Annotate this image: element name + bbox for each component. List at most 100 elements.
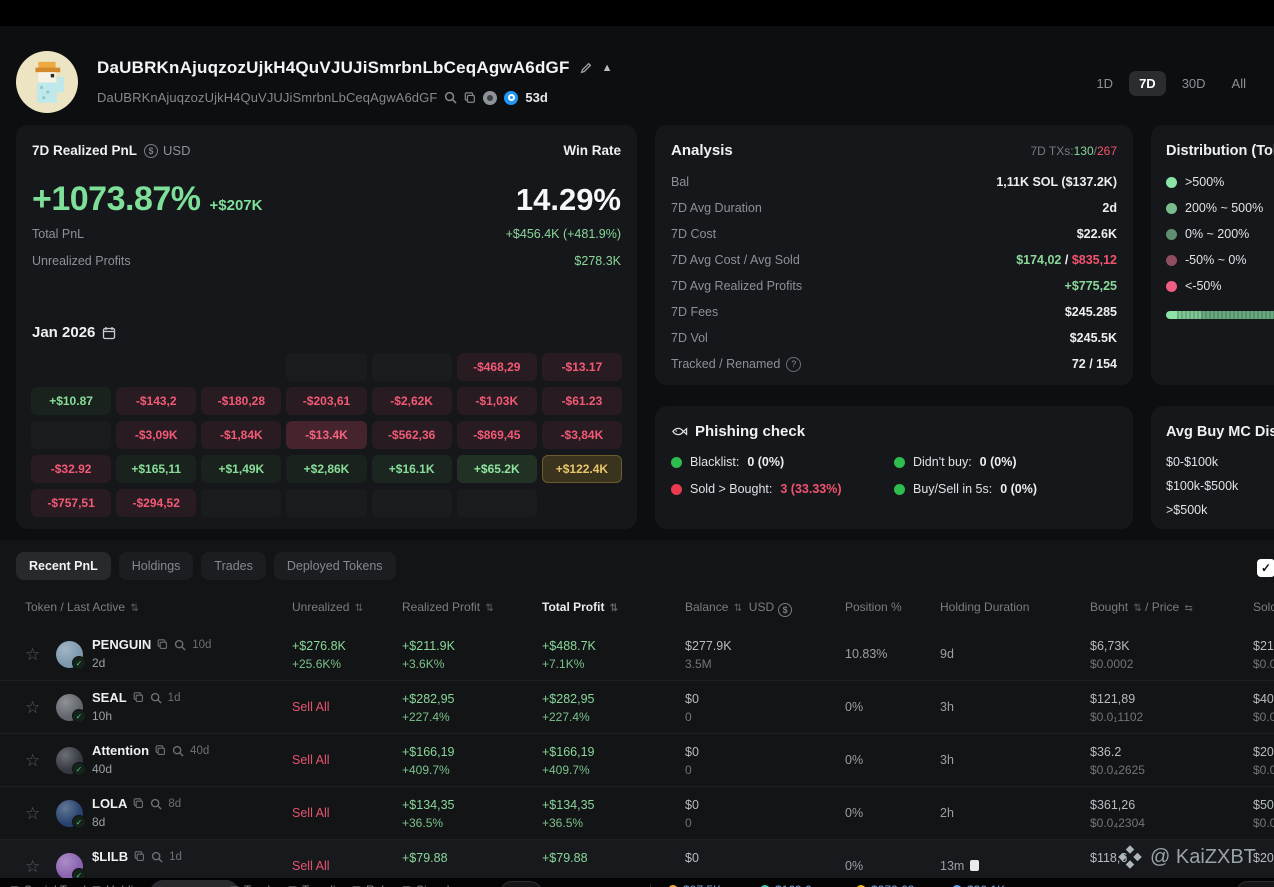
calendar-day[interactable] — [116, 353, 196, 381]
search-icon[interactable] — [151, 851, 163, 863]
copy-icon[interactable] — [133, 798, 144, 809]
calendar-day[interactable] — [286, 353, 366, 381]
calendar-day[interactable]: -$294,52 — [116, 489, 196, 517]
wallet-dashboard: DaUBRKnAjuqzozUjkH4QuVJUJiSmrbnLbCeqAgwA… — [0, 0, 1274, 887]
calendar-day[interactable]: -$61.23 — [542, 387, 622, 415]
copy-icon[interactable] — [134, 851, 145, 862]
calendar-day[interactable]: +$2,86K — [286, 455, 366, 483]
distribution-range-label: 0% ~ 200% — [1185, 227, 1249, 241]
calendar-day[interactable]: -$3,84K — [542, 421, 622, 449]
copy-icon[interactable] — [464, 92, 476, 104]
calendar-day[interactable] — [201, 353, 281, 381]
calendar-day[interactable]: +$165,11 — [116, 455, 196, 483]
currency-label[interactable]: USD — [163, 143, 190, 158]
price-ticker[interactable]: $169.6 — [760, 883, 812, 887]
exchange-icon[interactable] — [483, 91, 497, 105]
star-icon[interactable]: ☆ — [25, 734, 40, 787]
calendar-day[interactable]: +$65.2K — [457, 455, 537, 483]
help-icon[interactable]: ? — [786, 357, 801, 372]
sold-cell: $20$0.0 — [1253, 743, 1274, 779]
table-row[interactable]: ☆✓PENGUIN10d2d+$276.8K+25.6K%+$211.9K+3.… — [0, 628, 1274, 681]
star-icon[interactable]: ☆ — [25, 681, 40, 734]
pnl-amount: +$207K — [210, 197, 263, 214]
table-row[interactable]: ☆✓SEAL1d10hSell All+$282,95+227.4%+$282,… — [0, 681, 1274, 734]
legend-dot-icon — [1166, 229, 1177, 240]
unrealized-profits-value: $278.3K — [574, 254, 621, 268]
copy-icon[interactable] — [157, 639, 168, 650]
price-ticker[interactable]: $272.63 — [856, 883, 914, 887]
calendar-day[interactable] — [31, 421, 111, 449]
footer-item-tracker[interactable]: Tracker — [230, 883, 284, 887]
paper-hands-icon — [970, 860, 979, 871]
calendar-day[interactable] — [457, 489, 537, 517]
footer-item-rules[interactable]: Rules — [352, 883, 397, 887]
wallet-address-sub: DaUBRKnAjuqzozUjkH4QuVJUJiSmrbnLbCeqAgwA… — [97, 90, 437, 105]
star-icon[interactable]: ☆ — [25, 628, 40, 681]
distribution-legend-item: -50% ~ 0% — [1166, 247, 1263, 273]
calendar-day[interactable]: -$869,45 — [457, 421, 537, 449]
wallet-avatar[interactable] — [16, 51, 78, 113]
footer-item-signals[interactable]: Signals — [402, 883, 455, 887]
calendar-day[interactable]: +$16.1K — [372, 455, 452, 483]
calendar-day[interactable]: +$122.4K — [542, 455, 622, 483]
calendar-day[interactable]: -$143,2 — [116, 387, 196, 415]
balance-cell: $00 — [685, 690, 699, 726]
calendar-day[interactable] — [372, 489, 452, 517]
time-tab-all[interactable]: All — [1222, 71, 1256, 96]
rank-icon[interactable]: ▲ — [602, 62, 613, 74]
settings-pill[interactable] — [1236, 881, 1274, 887]
analysis-row-label: Bal — [671, 175, 689, 189]
footer-item-social-tracker[interactable]: Social Tracker — [10, 883, 100, 887]
copy-icon[interactable] — [155, 745, 166, 756]
token-avatar: ✓ — [56, 641, 83, 668]
search-icon[interactable] — [172, 745, 184, 757]
calendar-day[interactable] — [31, 353, 111, 381]
search-icon[interactable] — [444, 91, 457, 104]
calendar-day[interactable]: -$1,84K — [201, 421, 281, 449]
calendar-day[interactable]: +$1,49K — [201, 455, 281, 483]
calendar-day[interactable]: -$13.17 — [542, 353, 622, 381]
search-icon[interactable] — [150, 798, 162, 810]
table-section: Recent PnLHoldingsTradesDeployed Tokens … — [0, 540, 1274, 887]
time-tab-30d[interactable]: 30D — [1172, 71, 1216, 96]
calendar-day[interactable] — [542, 489, 622, 517]
footer-item-holdings[interactable]: Holdings — [92, 883, 153, 887]
calendar-day[interactable]: -$3,09K — [116, 421, 196, 449]
win-rate-value: 14.29% — [516, 182, 621, 218]
calendar-day[interactable] — [286, 489, 366, 517]
price-ticker[interactable]: $87.5K — [668, 883, 721, 887]
search-icon[interactable] — [174, 639, 186, 651]
calendar-day[interactable]: -$757,51 — [31, 489, 111, 517]
calendar-day[interactable]: -$32.92 — [31, 455, 111, 483]
calendar-day[interactable] — [201, 489, 281, 517]
footer-item-label: Holdings — [106, 883, 153, 887]
time-tab-7d[interactable]: 7D — [1129, 71, 1166, 96]
copy-icon[interactable] — [133, 692, 144, 703]
calendar-icon[interactable] — [102, 326, 116, 340]
footer-item-watchlist[interactable]: ▲Watchlist — [150, 880, 239, 887]
calendar-day[interactable]: -$2,62K — [372, 387, 452, 415]
calendar-day[interactable]: -$468,29 — [457, 353, 537, 381]
edit-name-icon[interactable] — [579, 61, 593, 75]
preset-pill[interactable] — [500, 881, 542, 887]
usd-toggle-icon[interactable]: $ — [144, 144, 158, 158]
analysis-row-label: 7D Avg Realized Profits — [671, 279, 802, 293]
calendar-day[interactable]: +$10.87 — [31, 387, 111, 415]
sold-cell: $21$0.0 — [1253, 637, 1274, 673]
table-row[interactable]: ☆✓LOLA8d8dSell All+$134,35+36.5%+$134,35… — [0, 787, 1274, 840]
analysis-row: 7D Avg Realized Profits+$775,25 — [671, 273, 1117, 299]
phishing-item-label: Buy/Sell in 5s: — [913, 482, 992, 496]
calendar-day[interactable]: -$1,03K — [457, 387, 537, 415]
search-icon[interactable] — [150, 692, 162, 704]
calendar-day[interactable]: -$13.4K — [286, 421, 366, 449]
calendar-day[interactable]: -$180,28 — [201, 387, 281, 415]
calendar-day[interactable] — [372, 353, 452, 381]
star-icon[interactable]: ☆ — [25, 787, 40, 840]
calendar-day[interactable]: -$562,36 — [372, 421, 452, 449]
table-row[interactable]: ☆✓Attention40d40dSell All+$166,19+409.7%… — [0, 734, 1274, 787]
explorer-icon[interactable] — [504, 91, 518, 105]
time-tab-1d[interactable]: 1D — [1086, 71, 1123, 96]
price-ticker[interactable]: $30.1K — [952, 883, 1005, 887]
calendar-day[interactable]: -$203,61 — [286, 387, 366, 415]
footer-item-trending[interactable]: Trending — [288, 883, 349, 887]
